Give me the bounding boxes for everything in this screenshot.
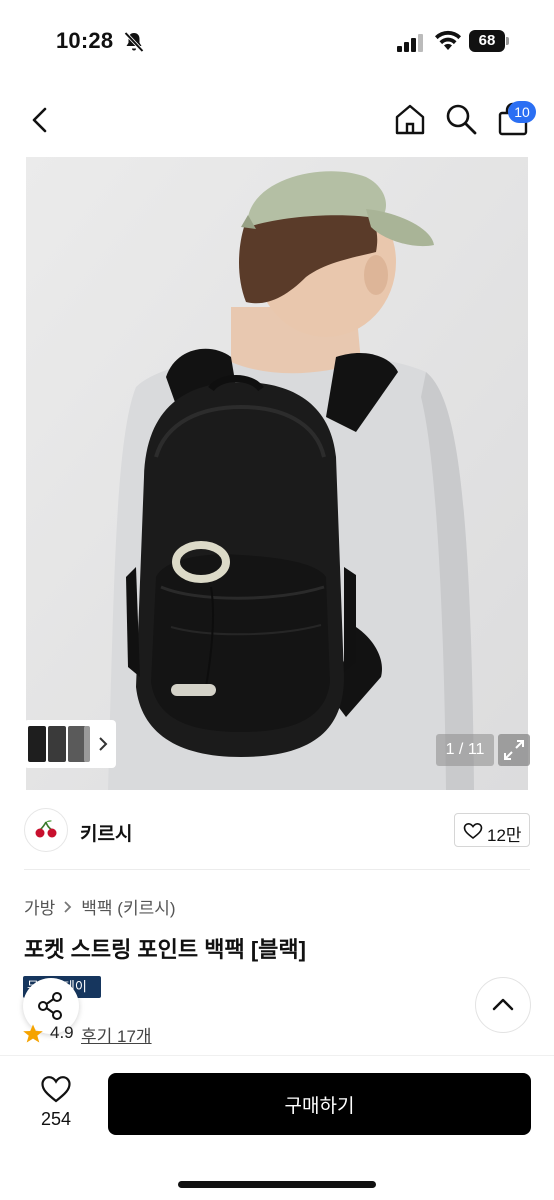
breadcrumb-subcategory[interactable]: 백팩 (키르시) (81, 899, 175, 918)
brand-logo[interactable] (24, 808, 68, 852)
thumbnail-2[interactable] (48, 726, 66, 762)
product-photo (26, 157, 528, 790)
cellular-signal-icon (397, 34, 423, 52)
product-title: 포켓 스트링 포인트 백팩 [블랙] (24, 937, 306, 962)
chevron-right-icon (64, 901, 72, 913)
thumbnail-4[interactable] (84, 726, 90, 762)
divider (24, 869, 530, 870)
brand-like-button[interactable]: 12만 (454, 813, 530, 847)
battery-level: 68 (469, 30, 505, 52)
brand-name[interactable]: 키르시 (80, 819, 132, 846)
back-icon[interactable] (22, 102, 58, 138)
buy-button[interactable]: 구매하기 (108, 1073, 531, 1135)
rating-score: 4.9 (50, 1023, 74, 1042)
cart-count-badge: 10 (508, 101, 536, 123)
search-icon[interactable] (442, 100, 480, 138)
wish-count: 254 (40, 1109, 72, 1129)
product-image[interactable] (26, 157, 528, 790)
review-count-link[interactable]: 후기 17개 (81, 1022, 152, 1047)
chevron-up-icon (492, 998, 514, 1011)
battery-indicator: 68 (469, 30, 509, 52)
image-counter: 1 / 11 (436, 734, 494, 766)
thumbnail-strip[interactable] (24, 720, 116, 768)
star-icon (23, 1024, 43, 1043)
heart-icon (463, 822, 483, 840)
wifi-icon (435, 30, 461, 50)
chevron-right-icon[interactable] (96, 736, 110, 752)
breadcrumb-category[interactable]: 가방 (24, 899, 55, 918)
bell-muted-icon (124, 31, 144, 53)
status-bar: 10:28 68 (0, 0, 554, 80)
home-icon[interactable] (390, 100, 430, 140)
heart-icon[interactable] (40, 1074, 72, 1104)
scroll-top-button[interactable] (475, 977, 531, 1033)
brand-like-count: 12만 (487, 826, 522, 845)
top-navigation (0, 90, 554, 152)
expand-icon[interactable] (498, 734, 530, 766)
home-indicator (178, 1181, 376, 1188)
breadcrumb: 가방 백팩 (키르시) (24, 894, 176, 919)
status-time: 10:28 (56, 28, 114, 53)
thumbnail-1[interactable] (28, 726, 46, 762)
cherry-icon (35, 820, 57, 838)
battery-cap (506, 37, 509, 45)
